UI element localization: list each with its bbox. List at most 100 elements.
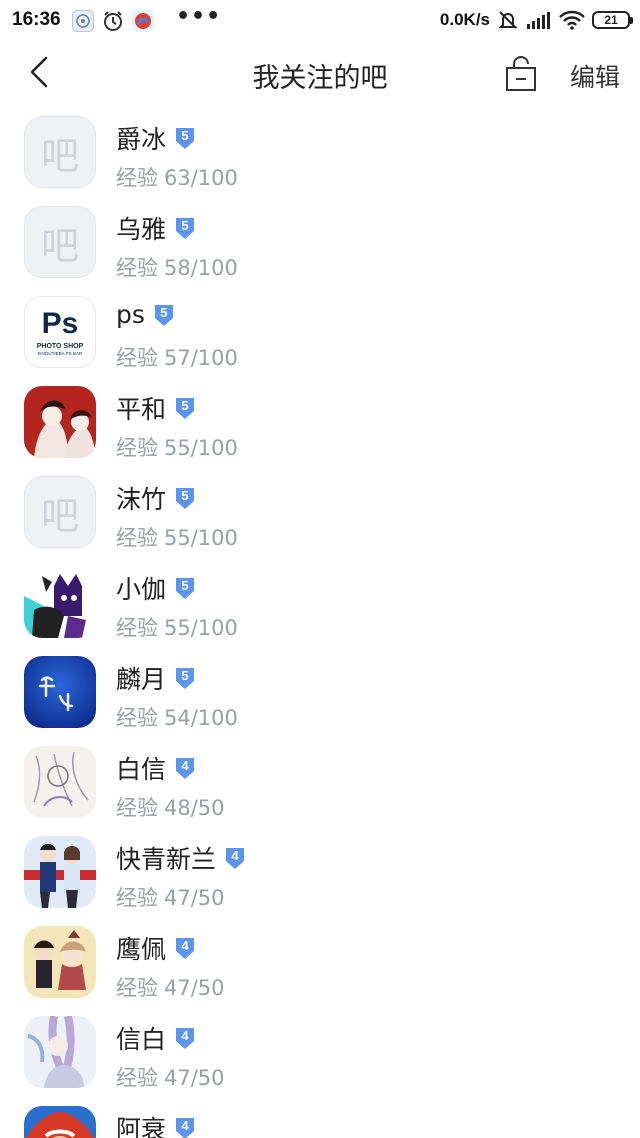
ps-logo-subtitle: PHOTO SHOP (36, 342, 84, 350)
forum-row[interactable]: 吧 乌雅 5 经验 58/100 (0, 198, 640, 288)
notification-icons (72, 10, 154, 32)
forum-name: 鹰佩 (116, 935, 167, 964)
forum-name: 小伽 (116, 575, 167, 604)
battery-icon: 21 (592, 11, 633, 29)
forum-name: 阿衰 (116, 1115, 167, 1138)
forum-row[interactable]: 白信 4 经验 48/50 (0, 738, 640, 828)
exp-value: 57/100 (164, 346, 238, 370)
forum-name-line: 沫竹 5 (116, 480, 198, 516)
forum-exp: 经验 55/100 (116, 432, 238, 462)
forum-avatar-couple-anime[interactable] (24, 836, 96, 908)
forum-name-line: 鹰佩 4 (116, 930, 198, 966)
exp-value: 54/100 (164, 706, 238, 730)
level-badge-icon: 5 (172, 125, 198, 151)
edit-button[interactable]: 编辑 (570, 58, 620, 94)
level-badge-icon: 5 (172, 215, 198, 241)
forum-exp: 经验 63/100 (116, 162, 238, 192)
forum-exp: 经验 54/100 (116, 702, 238, 732)
exp-label: 经验 (116, 256, 158, 280)
forum-row[interactable]: 快青新兰 4 经验 47/50 (0, 828, 640, 918)
level-number: 4 (181, 1028, 189, 1043)
forum-avatar-purple-anime[interactable] (24, 1016, 96, 1088)
forum-name-line: 白信 4 (116, 750, 198, 786)
forum-name: ps (116, 300, 145, 329)
exp-label: 经验 (116, 1066, 158, 1090)
forum-exp: 经验 57/100 (116, 342, 238, 372)
exp-label: 经验 (116, 706, 158, 730)
level-number: 5 (181, 488, 189, 503)
forum-avatar-red-anime[interactable] (24, 386, 96, 458)
forum-row[interactable]: 吧 沫竹 5 经验 55/100 (0, 468, 640, 558)
exp-value: 47/50 (164, 1066, 225, 1090)
exp-value: 63/100 (164, 166, 238, 190)
forum-exp: 经验 47/50 (116, 1062, 225, 1092)
forum-row[interactable]: 阿衰 4 (0, 1098, 640, 1138)
exp-label: 经验 (116, 526, 158, 550)
placeholder-glyph: 吧 (40, 493, 79, 538)
forum-exp: 经验 58/100 (116, 252, 238, 282)
forum-name: 爵冰 (116, 125, 167, 154)
alarm-icon (102, 10, 124, 32)
net-speed: 0.0K/s (439, 10, 490, 29)
forum-avatar-blue-calligraphy[interactable] (24, 656, 96, 728)
lock-button[interactable] (504, 56, 538, 92)
exp-label: 经验 (116, 436, 158, 460)
forum-exp: 经验 47/50 (116, 882, 225, 912)
forum-name: 白信 (116, 755, 167, 784)
exp-label: 经验 (116, 616, 158, 640)
page-title: 我关注的吧 (252, 63, 388, 94)
exp-value: 47/50 (164, 886, 225, 910)
exp-label: 经验 (116, 976, 158, 1000)
forum-name-line: 麟月 5 (116, 660, 198, 696)
forum-name: 平和 (116, 395, 167, 424)
forum-avatar-placeholder[interactable]: 吧 (24, 116, 96, 188)
status-bar: 16:36 ••• 0.0K/s 21 (0, 0, 640, 44)
level-number: 5 (181, 218, 189, 233)
level-badge-icon: 5 (172, 665, 198, 691)
exp-value: 47/50 (164, 976, 225, 1000)
forum-avatar-placeholder[interactable]: 吧 (24, 476, 96, 548)
forum-name: 信白 (116, 1025, 167, 1054)
forum-exp: 经验 55/100 (116, 612, 238, 642)
wifi-icon (559, 10, 585, 30)
level-number: 4 (181, 938, 189, 953)
placeholder-glyph: 吧 (40, 223, 79, 268)
signal-icon (527, 12, 550, 29)
forum-row[interactable]: 吧 爵冰 5 经验 63/100 (0, 108, 640, 198)
app-icon-1 (72, 10, 94, 32)
forum-avatar-sketch-anime[interactable] (24, 746, 96, 818)
forum-row[interactable]: 小伽 5 经验 55/100 (0, 558, 640, 648)
forum-name-line: 小伽 5 (116, 570, 198, 606)
exp-value: 58/100 (164, 256, 238, 280)
header: 我关注的吧 编辑 (0, 44, 640, 104)
level-badge-icon: 5 (172, 575, 198, 601)
exp-label: 经验 (116, 346, 158, 370)
lock-icon (506, 56, 536, 91)
forum-avatar-yellow-anime[interactable] (24, 926, 96, 998)
level-number: 5 (181, 668, 189, 683)
forum-avatar-cat-anime[interactable] (24, 566, 96, 638)
exp-value: 55/100 (164, 526, 238, 550)
level-number: 4 (181, 758, 189, 773)
forum-exp: 经验 47/50 (116, 972, 225, 1002)
status-right: 0.0K/s 21 (439, 9, 633, 31)
forum-name-line: 快青新兰 4 (116, 840, 248, 876)
exp-value: 55/100 (164, 436, 238, 460)
forum-row[interactable]: 平和 5 经验 55/100 (0, 378, 640, 468)
placeholder-glyph: 吧 (40, 133, 79, 178)
exp-label: 经验 (116, 796, 158, 820)
forum-name-line: 平和 5 (116, 390, 198, 426)
forum-row[interactable]: 信白 4 经验 47/50 (0, 1008, 640, 1098)
forum-avatar-ps-logo[interactable]: Ps PHOTO SHOP BAIDUTIEBA PS BAR (24, 296, 96, 368)
level-badge-icon: 4 (172, 935, 198, 961)
exp-value: 55/100 (164, 616, 238, 640)
forum-name-line: ps 5 (116, 300, 177, 329)
forum-row[interactable]: Ps PHOTO SHOP BAIDUTIEBA PS BAR ps 5 经验 57/100 (0, 288, 640, 378)
forum-name: 乌雅 (116, 215, 167, 244)
level-badge-icon: 4 (172, 755, 198, 781)
forum-row[interactable]: 鹰佩 4 经验 47/50 (0, 918, 640, 1008)
forum-avatar-red-cartoon[interactable] (24, 1106, 96, 1138)
forum-avatar-placeholder[interactable]: 吧 (24, 206, 96, 278)
mute-icon (498, 11, 518, 29)
forum-row[interactable]: 麟月 5 经验 54/100 (0, 648, 640, 738)
